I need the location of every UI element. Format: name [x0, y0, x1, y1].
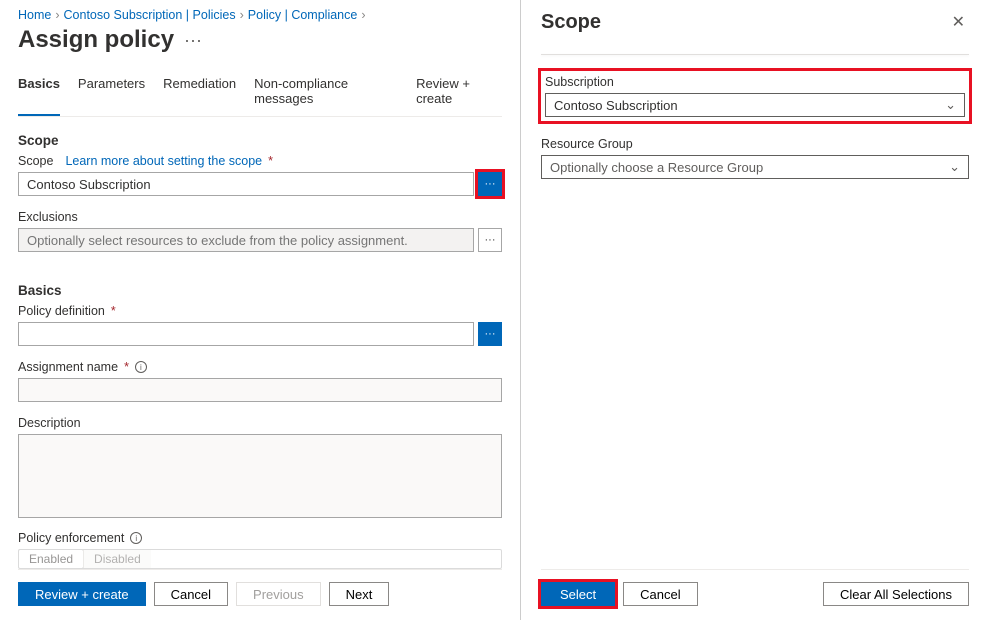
assignment-name-label: Assignment name * i	[18, 360, 502, 374]
review-create-button[interactable]: Review + create	[18, 582, 146, 606]
exclusions-input[interactable]	[18, 228, 474, 252]
scope-input[interactable]	[18, 172, 474, 196]
exclusions-label: Exclusions	[18, 210, 502, 224]
required-indicator: *	[124, 360, 129, 374]
page-title: Assign policy	[18, 26, 174, 54]
policy-definition-label: Policy definition *	[18, 304, 502, 318]
cancel-button[interactable]: Cancel	[154, 582, 228, 606]
tab-parameters[interactable]: Parameters	[78, 76, 145, 116]
description-label: Description	[18, 416, 502, 430]
clear-selections-button[interactable]: Clear All Selections	[823, 582, 969, 606]
main-content: Home › Contoso Subscription | Policies ›…	[0, 0, 520, 620]
info-icon[interactable]: i	[130, 532, 142, 544]
policy-enforcement-toggle[interactable]: Enabled Disabled	[18, 549, 502, 569]
exclusions-picker-button[interactable]: ···	[478, 228, 502, 252]
chevron-right-icon: ›	[240, 8, 244, 22]
subscription-label: Subscription	[545, 75, 965, 89]
resource-group-placeholder: Optionally choose a Resource Group	[550, 160, 763, 175]
policy-definition-input[interactable]	[18, 322, 474, 346]
enforcement-disabled-option[interactable]: Disabled	[83, 550, 151, 568]
tab-review-create[interactable]: Review + create	[416, 76, 502, 116]
more-actions-icon[interactable]: ···	[184, 31, 202, 49]
next-button[interactable]: Next	[329, 582, 390, 606]
subscription-value: Contoso Subscription	[554, 98, 678, 113]
close-icon[interactable]: ✕	[948, 8, 969, 36]
subscription-dropdown[interactable]: Contoso Subscription ⌄	[545, 93, 965, 117]
panel-cancel-button[interactable]: Cancel	[623, 582, 697, 606]
chevron-right-icon: ›	[361, 8, 365, 22]
select-button[interactable]: Select	[541, 582, 615, 606]
tabs: Basics Parameters Remediation Non-compli…	[18, 76, 502, 117]
chevron-down-icon: ⌄	[945, 97, 956, 113]
tab-basics[interactable]: Basics	[18, 76, 60, 116]
policy-definition-picker-button[interactable]: ···	[478, 322, 502, 346]
learn-more-scope-link[interactable]: Learn more about setting the scope	[65, 154, 262, 168]
previous-button[interactable]: Previous	[236, 582, 321, 606]
breadcrumb-policy-compliance[interactable]: Policy | Compliance	[248, 8, 358, 22]
chevron-right-icon: ›	[55, 8, 59, 22]
scope-panel: Scope ✕ Subscription Contoso Subscriptio…	[520, 0, 989, 620]
resource-group-label: Resource Group	[541, 137, 969, 151]
info-icon[interactable]: i	[135, 361, 147, 373]
resource-group-dropdown[interactable]: Optionally choose a Resource Group ⌄	[541, 155, 969, 179]
tab-remediation[interactable]: Remediation	[163, 76, 236, 116]
assignment-name-input[interactable]	[18, 378, 502, 402]
breadcrumb-home[interactable]: Home	[18, 8, 51, 22]
scope-picker-button[interactable]: ···	[478, 172, 502, 196]
breadcrumb: Home › Contoso Subscription | Policies ›…	[18, 8, 502, 22]
basics-section-header: Basics	[18, 283, 502, 298]
scope-section-header: Scope	[18, 133, 502, 148]
required-indicator: *	[268, 154, 273, 168]
panel-divider	[541, 54, 969, 55]
panel-footer: Select Cancel Clear All Selections	[541, 569, 969, 620]
chevron-down-icon: ⌄	[949, 159, 960, 175]
required-indicator: *	[111, 304, 116, 318]
description-textarea[interactable]	[18, 434, 502, 518]
tab-non-compliance[interactable]: Non-compliance messages	[254, 76, 398, 116]
scope-label: Scope Learn more about setting the scope…	[18, 154, 502, 168]
panel-title: Scope	[541, 11, 601, 34]
policy-enforcement-label: Policy enforcement i	[18, 531, 502, 545]
footer: Review + create Cancel Previous Next	[18, 569, 502, 620]
enforcement-enabled-option[interactable]: Enabled	[18, 549, 84, 569]
breadcrumb-subscription-policies[interactable]: Contoso Subscription | Policies	[64, 8, 236, 22]
